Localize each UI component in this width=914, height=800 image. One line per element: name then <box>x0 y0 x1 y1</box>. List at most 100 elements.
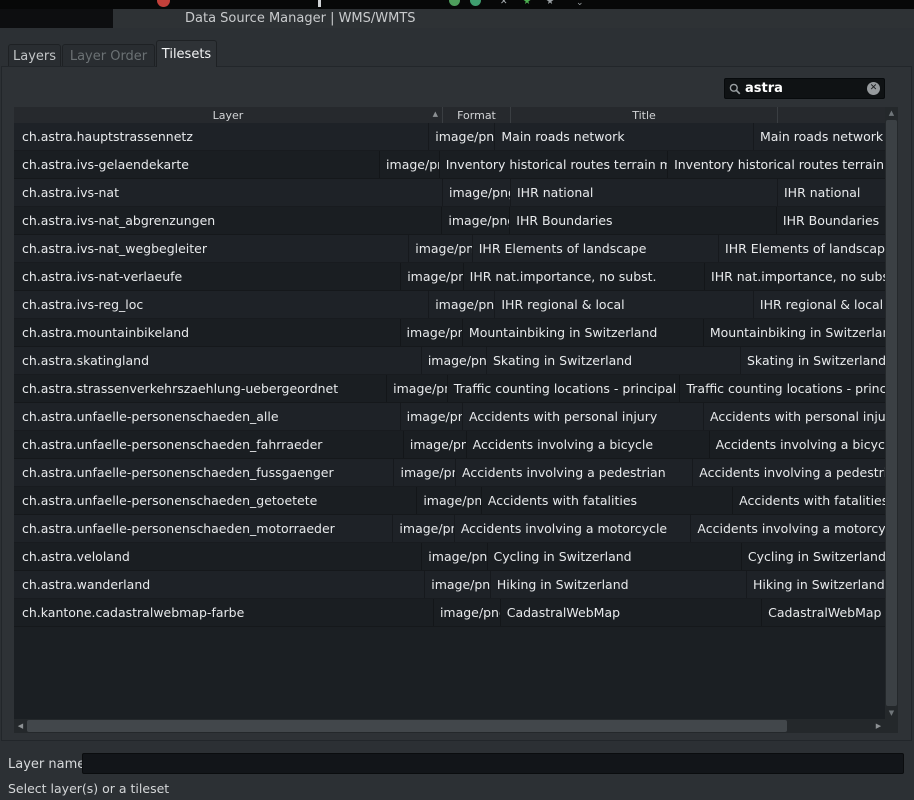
cell-layer[interactable]: ch.astra.unfaelle-personenschaeden_fahrr… <box>14 431 404 458</box>
cell-abstract[interactable]: Inventory historical routes terrain map <box>668 151 885 178</box>
cell-format[interactable]: image/png <box>394 459 456 486</box>
table-row[interactable]: ch.astra.ivs-nat_wegbegleiter image/png … <box>14 235 885 263</box>
cell-title[interactable]: IHR Boundaries <box>510 207 777 234</box>
cell-format[interactable]: image/png <box>401 403 463 430</box>
cell-abstract[interactable]: IHR regional & local <box>754 291 885 318</box>
cell-format[interactable]: image/png <box>429 291 495 318</box>
table-row[interactable]: ch.astra.ivs-nat_abgrenzungen image/png … <box>14 207 885 235</box>
cell-format[interactable]: image/png <box>425 571 491 598</box>
table-row[interactable]: ch.astra.strassenverkehrszaehlung-ueberg… <box>14 375 885 403</box>
table-row[interactable]: ch.astra.ivs-reg_loc image/png IHR regio… <box>14 291 885 319</box>
cell-abstract[interactable]: IHR Boundaries <box>777 207 885 234</box>
cell-format[interactable]: image/png <box>422 543 487 570</box>
table-row[interactable]: ch.kantone.cadastralwebmap-farbe image/p… <box>14 599 885 627</box>
cell-title[interactable]: IHR nat.importance, no subst. <box>464 263 705 290</box>
tab-layers[interactable]: Layers <box>8 44 61 67</box>
scroll-left-arrow-icon[interactable]: ◀ <box>14 719 27 733</box>
search-box[interactable]: ✕ <box>724 78 885 99</box>
cell-abstract[interactable]: Mountainbiking in Switzerland <box>704 319 885 346</box>
cell-layer[interactable]: ch.astra.skatingland <box>14 347 422 374</box>
cell-layer[interactable]: ch.astra.ivs-nat-verlaeufe <box>14 263 401 290</box>
cell-abstract[interactable]: IHR national <box>778 179 885 206</box>
layer-name-input[interactable] <box>82 753 904 774</box>
cell-layer[interactable]: ch.astra.ivs-nat_abgrenzungen <box>14 207 442 234</box>
table-row[interactable]: ch.astra.unfaelle-personenschaeden_fahrr… <box>14 431 885 459</box>
cell-format[interactable]: image/png <box>443 179 511 206</box>
cell-layer[interactable]: ch.astra.unfaelle-personenschaeden_fussg… <box>14 459 394 486</box>
cell-format[interactable]: image/png <box>417 487 482 514</box>
cell-title[interactable]: Accidents involving a bicycle <box>467 431 710 458</box>
scroll-right-arrow-icon[interactable]: ▶ <box>872 719 885 733</box>
table-row[interactable]: ch.astra.wanderland image/png Hiking in … <box>14 571 885 599</box>
cell-abstract[interactable]: Accidents involving a pedestrian <box>693 459 885 486</box>
vertical-scrollbar[interactable]: ▲ ▼ <box>885 107 898 719</box>
cell-abstract[interactable]: Accidents involving a motorcycle <box>691 515 885 542</box>
cell-title[interactable]: Accidents involving a pedestrian <box>456 459 693 486</box>
cell-title[interactable]: IHR national <box>511 179 778 206</box>
cell-format[interactable]: image/png <box>434 599 501 626</box>
table-row[interactable]: ch.astra.unfaelle-personenschaeden_motor… <box>14 515 885 543</box>
cell-layer[interactable]: ch.astra.mountainbikeland <box>14 319 401 346</box>
table-row[interactable]: ch.astra.veloland image/png Cycling in S… <box>14 543 885 571</box>
cell-abstract[interactable]: Accidents involving a bicycle <box>710 431 885 458</box>
clear-search-icon[interactable]: ✕ <box>867 82 880 95</box>
cell-abstract[interactable]: Hiking in Switzerland <box>747 571 885 598</box>
table-row[interactable]: ch.astra.unfaelle-personenschaeden_alle … <box>14 403 885 431</box>
column-header-title[interactable]: Title <box>511 107 778 123</box>
cell-title[interactable]: Skating in Switzerland <box>487 347 741 374</box>
cell-layer[interactable]: ch.astra.hauptstrassennetz <box>14 123 429 150</box>
cell-format[interactable]: image/png <box>409 235 473 262</box>
table-row[interactable]: ch.astra.mountainbikeland image/png Moun… <box>14 319 885 347</box>
vertical-scrollbar-thumb[interactable] <box>886 120 897 706</box>
cell-format[interactable]: image/png <box>422 347 487 374</box>
cell-title[interactable]: Cycling in Switzerland <box>488 543 742 570</box>
scroll-up-arrow-icon[interactable]: ▲ <box>885 107 898 119</box>
cell-title[interactable]: Traffic counting locations - principal <box>448 375 681 402</box>
cell-layer[interactable]: ch.astra.unfaelle-personenschaeden_getoe… <box>14 487 417 514</box>
column-header-layer[interactable]: Layer ▲ <box>14 107 443 123</box>
cell-format[interactable]: image/png <box>404 431 467 458</box>
cell-abstract[interactable]: Traffic counting locations - principal <box>680 375 885 402</box>
cell-layer[interactable]: ch.astra.unfaelle-personenschaeden_motor… <box>14 515 393 542</box>
horizontal-scrollbar-thumb[interactable] <box>27 720 787 732</box>
cell-layer[interactable]: ch.kantone.cadastralwebmap-farbe <box>14 599 434 626</box>
cell-title[interactable]: Accidents with fatalities <box>482 487 733 514</box>
cell-abstract[interactable]: Accidents with personal injury <box>704 403 885 430</box>
cell-layer[interactable]: ch.astra.ivs-nat_wegbegleiter <box>14 235 409 262</box>
table-row[interactable]: ch.astra.skatingland image/png Skating i… <box>14 347 885 375</box>
cell-format[interactable]: image/png <box>401 319 463 346</box>
cell-title[interactable]: Hiking in Switzerland <box>491 571 747 598</box>
cell-abstract[interactable]: Main roads network <box>754 123 885 150</box>
cell-layer[interactable]: ch.astra.veloland <box>14 543 422 570</box>
cell-abstract[interactable]: Skating in Switzerland <box>741 347 885 374</box>
cell-format[interactable]: image/png <box>393 515 454 542</box>
cell-abstract[interactable]: IHR nat.importance, no subst. <box>705 263 885 290</box>
cell-title[interactable]: IHR Elements of landscape <box>473 235 719 262</box>
cell-abstract[interactable]: Cycling in Switzerland <box>742 543 885 570</box>
table-row[interactable]: ch.astra.ivs-nat image/png IHR national … <box>14 179 885 207</box>
cell-layer[interactable]: ch.astra.ivs-nat <box>14 179 443 206</box>
table-row[interactable]: ch.astra.unfaelle-personenschaeden_getoe… <box>14 487 885 515</box>
scroll-down-arrow-icon[interactable]: ▼ <box>885 707 898 719</box>
cell-title[interactable]: CadastralWebMap <box>501 599 762 626</box>
cell-layer[interactable]: ch.astra.strassenverkehrszaehlung-ueberg… <box>14 375 387 402</box>
cell-title[interactable]: Mountainbiking in Switzerland <box>463 319 704 346</box>
cell-title[interactable]: Inventory historical routes terrain map <box>440 151 668 178</box>
cell-title[interactable]: Accidents with personal injury <box>463 403 704 430</box>
column-header-format[interactable]: Format <box>443 107 511 123</box>
cell-format[interactable]: image/png <box>380 151 440 178</box>
cell-layer[interactable]: ch.astra.ivs-gelaendekarte <box>14 151 380 178</box>
tab-tilesets[interactable]: Tilesets <box>156 40 217 67</box>
cell-title[interactable]: Accidents involving a motorcycle <box>455 515 692 542</box>
cell-abstract[interactable]: CadastralWebMap <box>762 599 885 626</box>
table-row[interactable]: ch.astra.ivs-nat-verlaeufe image/png IHR… <box>14 263 885 291</box>
cell-abstract[interactable]: IHR Elements of landscape <box>719 235 885 262</box>
table-row[interactable]: ch.astra.ivs-gelaendekarte image/png Inv… <box>14 151 885 179</box>
cell-abstract[interactable]: Accidents with fatalities <box>733 487 885 514</box>
cell-title[interactable]: IHR regional & local <box>495 291 754 318</box>
table-row[interactable]: ch.astra.unfaelle-personenschaeden_fussg… <box>14 459 885 487</box>
cell-format[interactable]: image/png <box>387 375 448 402</box>
cell-title[interactable]: Main roads network <box>495 123 754 150</box>
cell-layer[interactable]: ch.astra.wanderland <box>14 571 425 598</box>
cell-layer[interactable]: ch.astra.unfaelle-personenschaeden_alle <box>14 403 401 430</box>
